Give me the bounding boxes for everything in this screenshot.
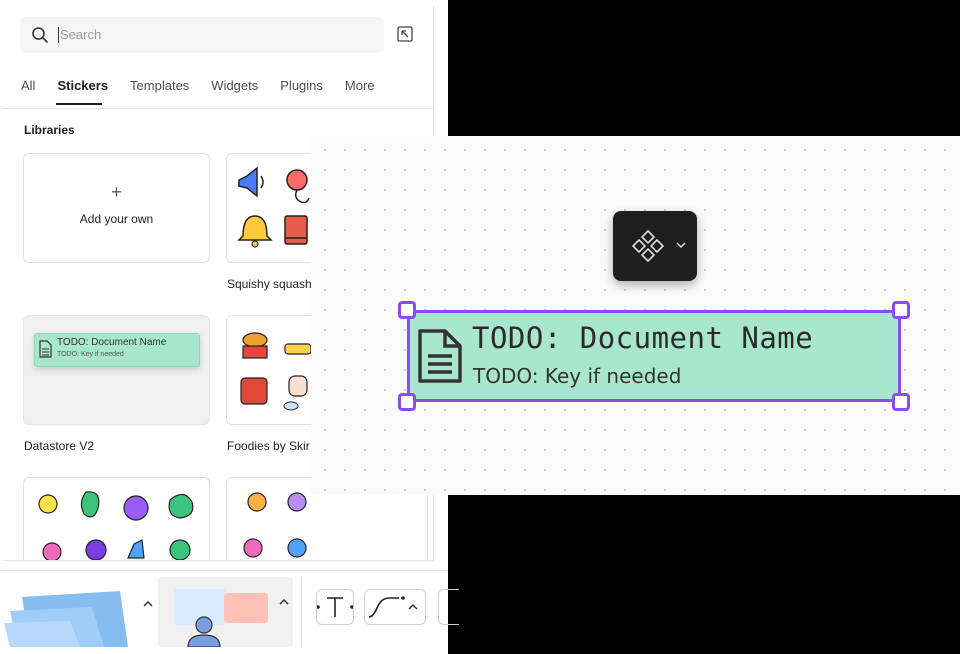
library-name: Datastore V2 <box>24 439 95 453</box>
bottom-toolbar <box>0 570 459 654</box>
add-your-own-label: Add your own <box>79 212 154 226</box>
tab-all[interactable]: All <box>21 78 35 98</box>
resize-handle-top-right[interactable] <box>892 301 910 319</box>
stamp-widget-icon <box>174 589 268 648</box>
chevron-up-icon[interactable] <box>278 597 290 607</box>
divider <box>3 108 433 109</box>
resize-handle-bottom-right[interactable] <box>892 393 910 411</box>
connector-icon <box>368 596 405 618</box>
tab-widgets[interactable]: Widgets <box>211 78 258 98</box>
library-name: Foodies by Skir <box>227 439 310 453</box>
text-tool[interactable] <box>316 589 354 625</box>
document-icon <box>39 340 52 358</box>
connector-tool[interactable] <box>364 589 426 625</box>
chevron-up-icon[interactable] <box>142 599 154 609</box>
component-properties-popup[interactable] <box>613 211 697 281</box>
more-tool[interactable] <box>438 589 459 625</box>
text-tool-icon <box>316 597 354 617</box>
resize-handle-top-left[interactable] <box>398 301 416 319</box>
search-field[interactable]: Search <box>20 17 384 53</box>
stamp-tool[interactable] <box>158 577 293 648</box>
divider <box>301 579 302 645</box>
tab-more[interactable]: More <box>345 78 375 98</box>
collapse-panel-icon[interactable] <box>397 26 413 42</box>
add-your-own-card[interactable]: + Add your own <box>23 153 210 263</box>
search-icon <box>32 27 48 43</box>
tab-plugins[interactable]: Plugins <box>280 78 323 98</box>
chevron-up-icon <box>408 603 418 610</box>
sticker-thumbnails <box>38 491 194 560</box>
chevron-down-icon <box>676 242 686 249</box>
component-icon <box>631 229 665 263</box>
sticky-note-icon <box>4 591 128 647</box>
library-card-stickers-3[interactable] <box>23 477 210 560</box>
library-card-datastore-v2[interactable]: TODO: Document Name TODO: Key if needed <box>23 315 210 425</box>
tab-templates[interactable]: Templates <box>130 78 189 98</box>
mini-doc-title: TODO: Document Name <box>57 337 167 348</box>
category-tabs: All Stickers Templates Widgets Plugins M… <box>21 78 397 98</box>
search-placeholder: Search <box>60 27 102 42</box>
active-tab-indicator <box>56 103 102 105</box>
plus-icon: + <box>111 182 122 202</box>
text-cursor <box>58 27 59 43</box>
mini-document-preview: TODO: Document Name TODO: Key if needed <box>34 333 200 367</box>
section-title: Libraries <box>24 123 75 137</box>
sticky-notes-tool[interactable] <box>0 577 140 647</box>
selection-outline <box>407 310 901 402</box>
resize-handle-bottom-left[interactable] <box>398 393 416 411</box>
mini-doc-subtitle: TODO: Key if needed <box>57 351 124 358</box>
tab-stickers[interactable]: Stickers <box>57 78 108 98</box>
library-name: Squishy squash <box>227 277 312 291</box>
